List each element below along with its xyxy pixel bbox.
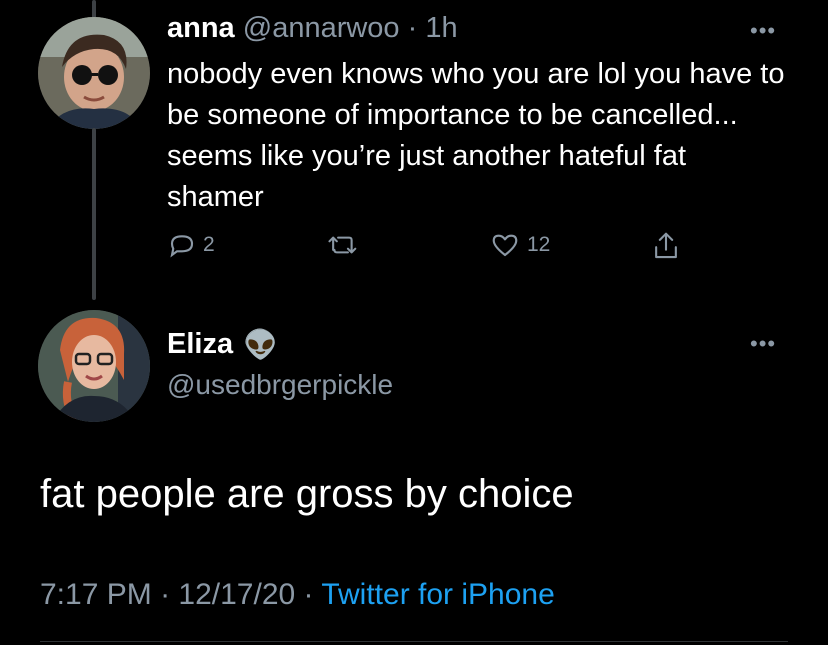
anna-header: anna @annarwoo · 1h bbox=[167, 12, 458, 45]
footer-separator-1: · bbox=[160, 578, 171, 611]
anna-action-bar: 2 12 bbox=[167, 230, 687, 270]
like-count: 12 bbox=[527, 233, 551, 256]
tweet-date[interactable]: 12/17/20 bbox=[178, 578, 295, 611]
thread-connector bbox=[92, 128, 96, 300]
alien-emoji: 👽 bbox=[243, 329, 278, 360]
reply-button[interactable]: 2 bbox=[167, 230, 215, 260]
divider bbox=[40, 641, 788, 642]
anna-avatar[interactable] bbox=[38, 17, 150, 129]
retweet-icon bbox=[327, 230, 359, 260]
tweet-source-link[interactable]: Twitter for iPhone bbox=[321, 578, 554, 611]
anna-display-name[interactable]: anna bbox=[167, 12, 235, 44]
eliza-header: Eliza 👽 bbox=[167, 328, 278, 361]
like-button[interactable]: 12 bbox=[489, 230, 550, 260]
eliza-avatar[interactable] bbox=[38, 310, 150, 422]
footer-separator-2: · bbox=[303, 578, 314, 611]
eliza-handle[interactable]: @usedbrgerpickle bbox=[167, 369, 393, 401]
eliza-more-button[interactable]: ••• bbox=[750, 333, 776, 355]
share-icon bbox=[651, 230, 681, 262]
tweet-time[interactable]: 7:17 PM bbox=[40, 578, 152, 611]
reply-icon bbox=[167, 230, 197, 260]
reply-count: 2 bbox=[203, 233, 215, 256]
header-separator: · bbox=[407, 12, 418, 44]
anna-tweet-text: nobody even knows who you are lol you ha… bbox=[167, 58, 785, 213]
share-button[interactable] bbox=[651, 230, 681, 262]
tweet-timestamp-row: 7:17 PM · 12/17/20 · Twitter for iPhone bbox=[40, 578, 555, 612]
anna-timestamp[interactable]: 1h bbox=[425, 12, 457, 44]
eliza-display-name[interactable]: Eliza bbox=[167, 328, 233, 361]
anna-more-button[interactable]: ••• bbox=[750, 20, 776, 42]
anna-handle[interactable]: @annarwoo bbox=[243, 12, 400, 44]
like-icon bbox=[489, 230, 521, 260]
retweet-button[interactable] bbox=[327, 230, 365, 260]
main-tweet-text: fat people are gross by choice bbox=[40, 472, 574, 516]
